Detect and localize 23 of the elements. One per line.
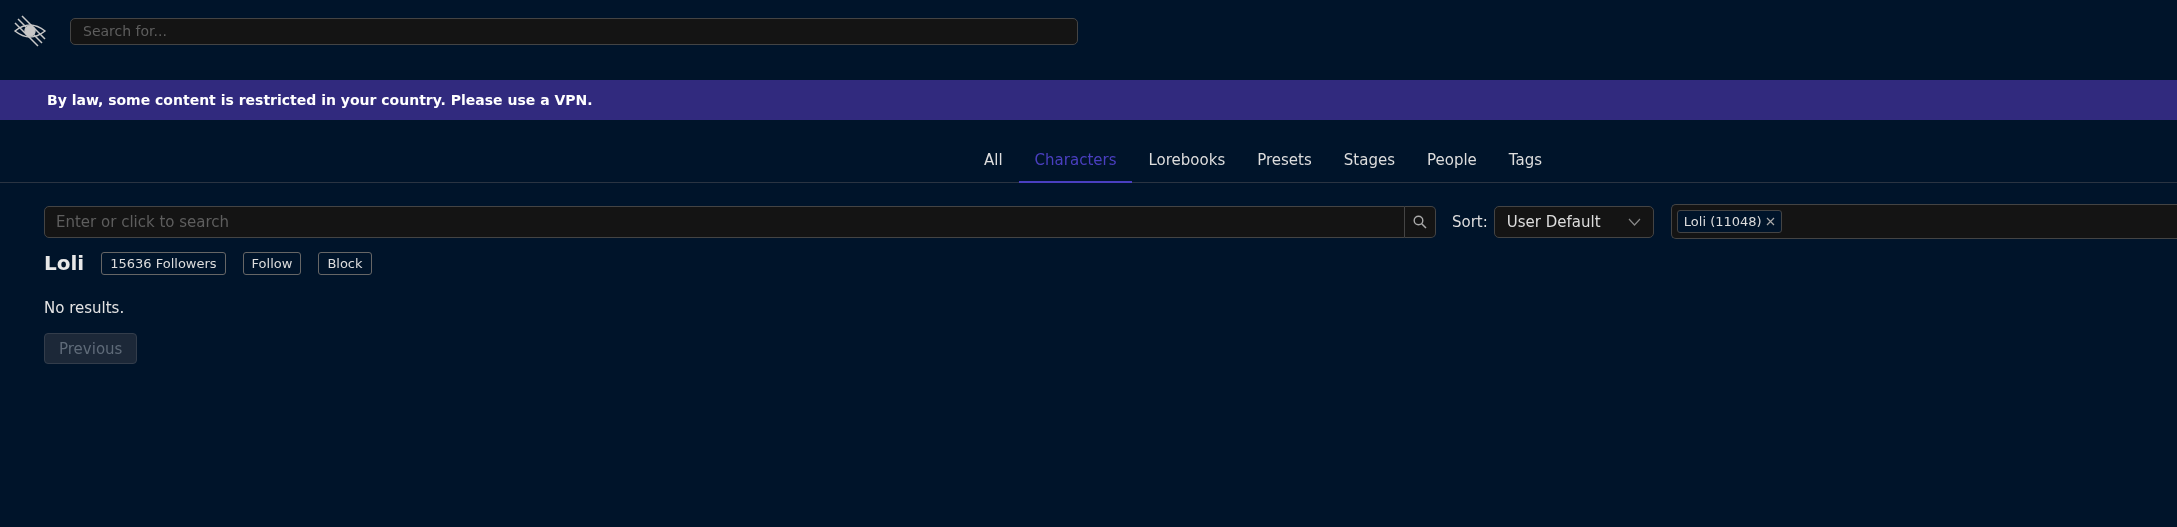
search-button[interactable] [1405,205,1436,238]
tab[interactable]: Stages [1327,151,1411,183]
tag-chip-label: Loli (11048) [1683,214,1762,229]
search-icon [1413,214,1427,229]
tab[interactable]: All [968,151,1019,183]
tab[interactable]: Lorebooks [1132,151,1242,183]
tag-filter-field[interactable]: Loli (11048) [1670,204,2177,239]
search-field[interactable]: Enter or click to search [44,205,1405,238]
tag-action-button[interactable]: Block [318,251,372,275]
sort-dropdown[interactable]: User Default [1493,205,1654,238]
close-icon[interactable] [1765,217,1775,226]
search-field[interactable]: Search for... [70,17,1078,45]
tab[interactable]: Tags [1492,151,1559,183]
chevron-down-icon [1627,217,1641,226]
empty-message: No results. [43,298,126,317]
notice-banner: By law, some content is restricted in your country. Please use a VPN. [0,80,2177,120]
tab[interactable]: Presets [1241,151,1328,183]
logo-icon[interactable] [12,13,48,49]
sort-label: Sort: [1452,212,1488,231]
tab[interactable]: People [1410,151,1493,183]
tag-title: Loli [44,251,85,275]
tag-action-button[interactable]: Follow [242,251,302,275]
followers-count: 15636 Followers [101,251,226,275]
